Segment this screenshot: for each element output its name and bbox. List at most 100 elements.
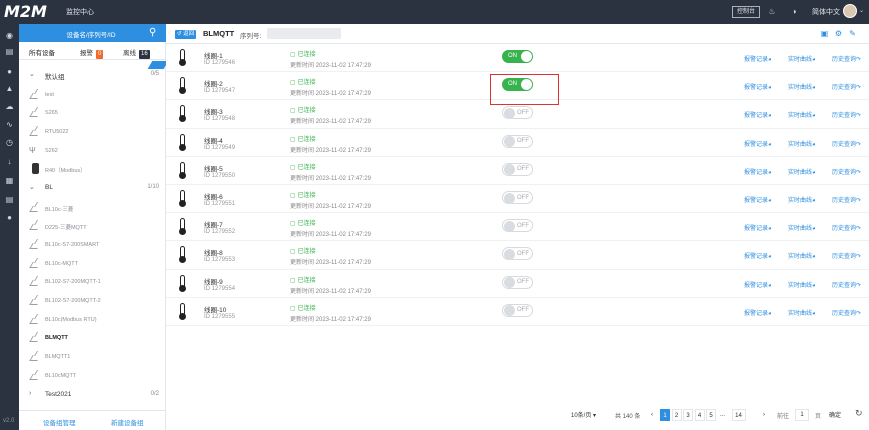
edit-icon[interactable]: ✎ — [848, 29, 857, 38]
save-icon[interactable]: ▣ — [820, 29, 829, 38]
history-query-link[interactable]: 历史查询↷ — [832, 82, 861, 91]
page-title[interactable]: 监控中心 — [66, 7, 94, 17]
device-item[interactable]: BL10c(Modbus RTU) — [19, 311, 165, 330]
device-item[interactable]: BL10c-S7-200SMART — [19, 236, 165, 255]
refresh-icon[interactable]: ↻ — [855, 408, 863, 419]
realtime-curve-link[interactable]: 实时曲线◕ — [788, 139, 816, 148]
coil-toggle[interactable]: OFF — [502, 247, 533, 261]
coil-toggle[interactable]: OFF — [502, 191, 533, 204]
chevron-down-icon[interactable]: ⌄ — [29, 183, 35, 191]
goto-page-input[interactable]: 1 — [795, 409, 809, 421]
page-size-select[interactable]: 10条/页 ▾ — [571, 410, 596, 419]
device-group[interactable]: › Test2021 0/2 — [19, 386, 165, 404]
device-group[interactable]: ⌄ BL 1/10 — [19, 179, 165, 197]
history-query-link[interactable]: 历史查询↷ — [832, 139, 861, 148]
tab-all-devices[interactable]: 所有设备 — [29, 47, 55, 57]
signal-icon[interactable]: ∿ — [4, 119, 15, 130]
search-input[interactable]: 设备名/序列号/ID — [41, 29, 141, 39]
page-number-button[interactable]: 4 — [694, 409, 705, 421]
alarm-record-link[interactable]: 报警记录◕ — [744, 139, 772, 148]
prev-page-button[interactable]: ‹ — [647, 409, 657, 421]
user-icon[interactable]: ● — [4, 212, 15, 223]
page-number-button[interactable]: 2 — [671, 409, 682, 421]
device-item[interactable]: BL10c-MQTT — [19, 255, 165, 274]
history-query-link[interactable]: 历史查询↷ — [832, 251, 861, 260]
back-button[interactable]: ↺ 返回 — [175, 30, 197, 39]
history-query-link[interactable]: 历史查询↷ — [832, 167, 861, 176]
chevron-down-icon[interactable]: ⌄ — [29, 70, 35, 78]
history-query-link[interactable]: 历史查询↷ — [832, 110, 861, 119]
chevron-right-icon[interactable]: › — [29, 390, 31, 397]
coil-toggle[interactable]: OFF — [502, 134, 533, 148]
page-number-button[interactable]: 14 — [731, 409, 746, 421]
coil-toggle[interactable]: OFF — [502, 275, 533, 289]
tab-alarm[interactable]: 报警 0 — [80, 47, 104, 59]
alarm-record-link[interactable]: 报警记录◕ — [744, 195, 772, 204]
device-group[interactable]: ⌄ 默认组 0/5 — [19, 66, 165, 84]
realtime-curve-link[interactable]: 实时曲线◕ — [788, 251, 816, 260]
alarm-record-link[interactable]: 报警记录◕ — [744, 223, 772, 232]
realtime-curve-link[interactable]: 实时曲线◕ — [788, 110, 816, 119]
device-item[interactable]: R40（Modbus） — [19, 160, 165, 179]
console-button[interactable]: 控制台 — [732, 6, 761, 18]
device-item[interactable]: BLMQTT — [19, 329, 165, 348]
device-search[interactable]: 设备名/序列号/ID ⚲ — [19, 24, 166, 42]
new-group-link[interactable]: 新建设备组 — [111, 417, 144, 427]
settings-icon[interactable]: ⚙ — [834, 29, 843, 38]
realtime-curve-link[interactable]: 实时曲线◕ — [788, 308, 816, 317]
realtime-curve-link[interactable]: 实时曲线◕ — [788, 195, 816, 204]
alarm-record-link[interactable]: 报警记录◕ — [744, 82, 772, 91]
coil-toggle[interactable]: OFF — [502, 162, 533, 176]
device-item[interactable]: S265 — [19, 104, 165, 123]
history-query-link[interactable]: 历史查询↷ — [832, 223, 861, 232]
alarm-record-link[interactable]: 报警记录◕ — [744, 110, 772, 119]
device-item[interactable]: D225-三菱MQTT — [19, 217, 165, 236]
device-item[interactable]: BL102-S7-200MQTT-2 — [19, 292, 165, 311]
realtime-curve-link[interactable]: 实时曲线◕ — [788, 82, 816, 91]
history-query-link[interactable]: 历史查询↷ — [832, 195, 861, 204]
calendar-icon[interactable]: ▦ — [4, 175, 15, 186]
search-icon[interactable]: ⚲ — [149, 27, 156, 39]
coil-toggle[interactable]: OFF — [502, 106, 533, 120]
page-number-button[interactable]: 3 — [683, 409, 693, 421]
cloud-icon[interactable]: ☁ — [4, 101, 15, 112]
alarm-record-link[interactable]: 报警记录◕ — [744, 251, 772, 260]
home-icon[interactable]: ◉ — [4, 30, 15, 41]
page-number-button[interactable]: 1 — [660, 409, 670, 421]
device-item[interactable]: BL102-S7-200MQTT-1 — [19, 273, 165, 292]
confirm-button[interactable]: 确定 — [829, 410, 841, 419]
history-query-link[interactable]: 历史查询↷ — [832, 54, 861, 63]
bell-icon[interactable]: ▲ — [4, 83, 15, 94]
download-icon[interactable]: ↓ — [4, 156, 15, 167]
list-icon[interactable]: ▤ — [4, 194, 15, 205]
device-item[interactable]: BL10c-三菱 — [19, 199, 165, 218]
avatar[interactable] — [843, 4, 857, 18]
realtime-curve-link[interactable]: 实时曲线◕ — [788, 167, 816, 176]
device-item[interactable]: RTU5022 — [19, 123, 165, 142]
bell-icon[interactable]: ♨ — [766, 6, 778, 18]
device-item[interactable]: test — [19, 86, 165, 105]
device-item[interactable]: Ψ S262 — [19, 142, 165, 161]
realtime-curve-link[interactable]: 实时曲线◕ — [788, 223, 816, 232]
location-icon[interactable]: ● — [4, 66, 15, 77]
theme-icon[interactable]: ◑ — [788, 6, 800, 18]
alarm-record-link[interactable]: 报警记录◕ — [744, 280, 772, 289]
alarm-record-link[interactable]: 报警记录◕ — [744, 54, 772, 63]
monitor-icon[interactable]: ▤ — [4, 46, 15, 57]
chevron-down-icon[interactable]: ⌄ — [859, 7, 864, 14]
clock-icon[interactable]: ◷ — [4, 137, 15, 148]
alarm-record-link[interactable]: 报警记录◕ — [744, 308, 772, 317]
coil-toggle[interactable]: OFF — [502, 219, 533, 233]
history-query-link[interactable]: 历史查询↷ — [832, 308, 861, 317]
tab-offline[interactable]: 离线 16 — [123, 47, 150, 59]
next-page-button[interactable]: › — [759, 409, 769, 421]
manage-groups-link[interactable]: 设备组管理 — [43, 417, 76, 427]
coil-toggle[interactable]: OFF — [502, 303, 533, 317]
realtime-curve-link[interactable]: 实时曲线◕ — [788, 54, 816, 63]
alarm-record-link[interactable]: 报警记录◕ — [744, 167, 772, 176]
history-query-link[interactable]: 历史查询↷ — [832, 280, 861, 289]
device-item[interactable]: BLMQTT1 — [19, 348, 165, 367]
coil-toggle[interactable]: ON — [502, 50, 533, 63]
realtime-curve-link[interactable]: 实时曲线◕ — [788, 280, 816, 289]
device-item[interactable]: BL10cMQTT — [19, 367, 165, 386]
